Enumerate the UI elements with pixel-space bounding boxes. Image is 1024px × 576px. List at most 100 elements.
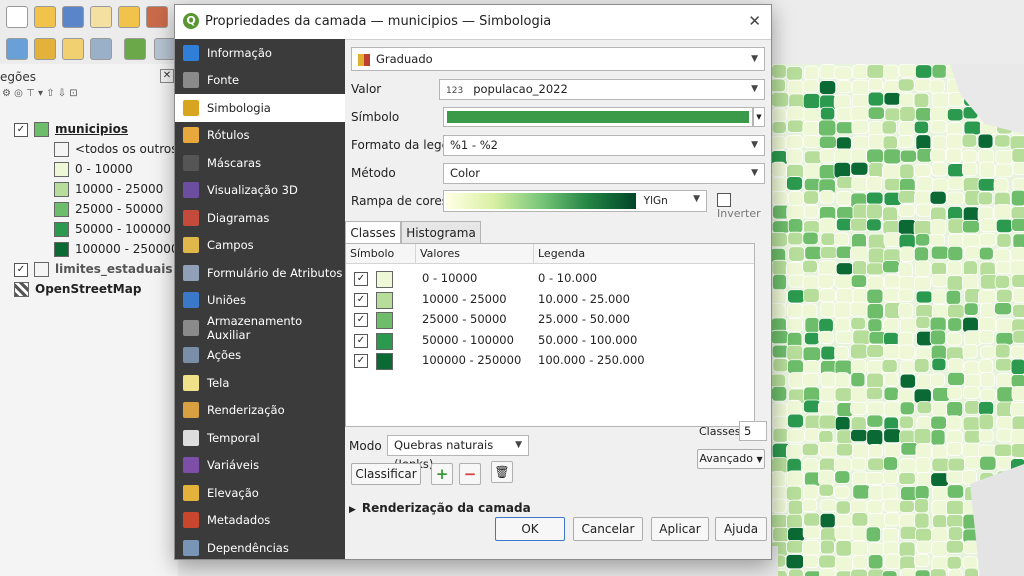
move-feature-icon[interactable] bbox=[124, 38, 146, 60]
symbol-button[interactable] bbox=[443, 107, 753, 127]
class-values[interactable]: 100000 - 250000 bbox=[422, 353, 521, 367]
class-legend[interactable]: 10.000 - 25.000 bbox=[538, 292, 630, 306]
valor-field-select[interactable]: 123 populacao_2022 ▼ bbox=[439, 79, 765, 100]
sidebar-item-diagramas[interactable]: Diagramas bbox=[175, 204, 345, 232]
style-manager-icon[interactable] bbox=[146, 6, 168, 28]
class-values[interactable]: 0 - 10000 bbox=[422, 271, 477, 285]
legend-item[interactable]: 10000 - 25000 bbox=[54, 182, 163, 197]
cancel-button[interactable]: Cancelar bbox=[573, 517, 643, 541]
sidebar-item-metadados[interactable]: Metadados bbox=[175, 507, 345, 535]
class-legend[interactable]: 100.000 - 250.000 bbox=[538, 353, 645, 367]
municipality-polygon bbox=[882, 541, 899, 556]
add-class-icon[interactable]: + bbox=[431, 463, 453, 485]
sidebar-item-rotulos[interactable]: Rótulos bbox=[175, 122, 345, 150]
layout-manager-icon[interactable] bbox=[118, 6, 140, 28]
municipality-polygon bbox=[803, 204, 819, 219]
node-tool-icon[interactable] bbox=[34, 38, 56, 60]
table-row[interactable]: ✓ 50000 - 100000 50.000 - 100.000 bbox=[346, 330, 754, 350]
field-calculator-icon[interactable] bbox=[90, 38, 112, 60]
table-row[interactable]: ✓ 0 - 10000 0 - 10.000 bbox=[346, 268, 754, 288]
table-row[interactable]: ✓ 10000 - 25000 10.000 - 25.000 bbox=[346, 289, 754, 309]
sidebar-item-visualizacao-3d[interactable]: Visualização 3D bbox=[175, 177, 345, 205]
column-header-values[interactable]: Valores bbox=[416, 244, 534, 264]
sidebar-item-unioes[interactable]: Uniões bbox=[175, 287, 345, 315]
class-visibility-checkbox[interactable]: ✓ bbox=[354, 354, 368, 368]
sidebar-item-variaveis[interactable]: Variáveis bbox=[175, 452, 345, 480]
sidebar-item-fonte[interactable]: Fonte bbox=[175, 67, 345, 95]
class-symbol-swatch[interactable] bbox=[376, 312, 393, 329]
class-visibility-checkbox[interactable]: ✓ bbox=[354, 292, 368, 307]
class-legend[interactable]: 0 - 10.000 bbox=[538, 271, 597, 285]
new-project-icon[interactable] bbox=[6, 6, 28, 28]
legend-item[interactable]: 50000 - 100000 bbox=[54, 222, 171, 237]
municipality-polygon bbox=[946, 442, 963, 456]
classes-count-spinbox[interactable]: 5 bbox=[739, 421, 767, 441]
sidebar-item-campos[interactable]: Campos bbox=[175, 232, 345, 260]
sidebar-item-elevacao[interactable]: Elevação bbox=[175, 479, 345, 507]
remove-class-icon[interactable]: − bbox=[459, 463, 481, 485]
delete-all-icon[interactable]: 🗑 bbox=[491, 461, 513, 483]
dependencies-icon bbox=[183, 539, 199, 556]
layers-panel-tools[interactable]: ⚙ ◎ ⊤ ▾ ⇧ ⇩ ⊡ bbox=[2, 88, 78, 99]
close-icon[interactable]: ✕ bbox=[748, 12, 761, 30]
table-row[interactable]: ✓ 25000 - 50000 25.000 - 50.000 bbox=[346, 309, 754, 329]
class-symbol-swatch[interactable] bbox=[376, 332, 393, 350]
classify-button[interactable]: Classificar bbox=[351, 463, 421, 485]
layer-limites-estaduais[interactable]: ✓ limites_estaduais bbox=[14, 262, 172, 277]
tab-histograma[interactable]: Histograma bbox=[401, 221, 481, 243]
column-header-legend[interactable]: Legenda bbox=[534, 244, 754, 264]
invert-checkbox-box[interactable] bbox=[717, 193, 731, 207]
method-select[interactable]: Color ▼ bbox=[443, 163, 765, 184]
layer-visibility-checkbox[interactable]: ✓ bbox=[14, 262, 28, 277]
close-panel-icon[interactable]: ✕ bbox=[160, 69, 174, 83]
map-tool-icon[interactable] bbox=[154, 38, 176, 60]
legend-format-input[interactable]: %1 - %2 ▼ bbox=[443, 135, 765, 156]
table-row[interactable]: ✓ 100000 - 250000 100.000 - 250.000 bbox=[346, 350, 754, 370]
sidebar-item-acoes[interactable]: Ações bbox=[175, 342, 345, 370]
layer-visibility-checkbox[interactable]: ✓ bbox=[14, 122, 28, 137]
sidebar-item-informacao[interactable]: Informação bbox=[175, 39, 345, 67]
apply-button[interactable]: Aplicar bbox=[651, 517, 709, 541]
color-ramp-select[interactable]: YlGn ▼ bbox=[443, 190, 707, 212]
print-layout-icon[interactable] bbox=[90, 6, 112, 28]
sidebar-item-formulario-de-atributos[interactable]: Formulário de Atributos bbox=[175, 259, 345, 287]
layer-municipios[interactable]: ✓ municipios bbox=[14, 122, 128, 137]
mode-select[interactable]: Quebras naturais (Jenks) ▼ bbox=[387, 435, 529, 471]
sidebar-item-tela[interactable]: Tela bbox=[175, 369, 345, 397]
sidebar-item-renderizacao[interactable]: Renderização bbox=[175, 397, 345, 425]
ok-button[interactable]: OK bbox=[495, 517, 565, 541]
sidebar-item-temporal[interactable]: Temporal bbox=[175, 424, 345, 452]
sidebar-item-simbologia[interactable]: Simbologia bbox=[175, 94, 345, 122]
sidebar-item-dependencias[interactable]: Dependências bbox=[175, 534, 345, 562]
class-values[interactable]: 10000 - 25000 bbox=[422, 292, 507, 306]
help-button[interactable]: Ajuda bbox=[715, 517, 767, 541]
digitize-icon[interactable] bbox=[6, 38, 28, 60]
class-visibility-checkbox[interactable]: ✓ bbox=[354, 333, 368, 348]
renderer-select[interactable]: Graduado ▼ bbox=[351, 47, 765, 71]
legend-item[interactable]: 100000 - 250000 bbox=[54, 242, 179, 257]
class-values[interactable]: 25000 - 50000 bbox=[422, 312, 507, 326]
layer-rendering-section[interactable]: ▶ Renderização da camada bbox=[349, 501, 531, 515]
class-symbol-swatch[interactable] bbox=[376, 291, 393, 309]
class-visibility-checkbox[interactable]: ✓ bbox=[354, 272, 368, 286]
tab-classes[interactable]: Classes bbox=[345, 221, 401, 244]
invert-ramp-checkbox[interactable]: Inverter bbox=[717, 193, 771, 220]
class-visibility-checkbox[interactable]: ✓ bbox=[354, 313, 368, 327]
class-legend[interactable]: 50.000 - 100.000 bbox=[538, 333, 637, 347]
legend-item[interactable]: 0 - 10000 bbox=[54, 162, 133, 177]
class-values[interactable]: 50000 - 100000 bbox=[422, 333, 514, 347]
class-legend[interactable]: 25.000 - 50.000 bbox=[538, 312, 630, 326]
class-symbol-swatch[interactable] bbox=[376, 271, 393, 288]
open-folder-icon[interactable] bbox=[34, 6, 56, 28]
advanced-button[interactable]: Avançado ▼ bbox=[697, 449, 765, 469]
layer-openstreetmap[interactable]: OpenStreetMap bbox=[14, 282, 141, 297]
column-header-symbol[interactable]: Símbolo bbox=[346, 244, 416, 264]
map-canvas[interactable] bbox=[770, 64, 1024, 576]
sidebar-item-mascaras[interactable]: Máscaras bbox=[175, 149, 345, 177]
save-icon[interactable] bbox=[62, 6, 84, 28]
pencil-icon[interactable] bbox=[62, 38, 84, 60]
symbol-menu-button[interactable]: ▼ bbox=[753, 107, 765, 127]
legend-item[interactable]: 25000 - 50000 bbox=[54, 202, 163, 217]
class-symbol-swatch[interactable] bbox=[376, 353, 393, 370]
sidebar-item-armazenamento-auxiliar[interactable]: Armazenamento Auxiliar bbox=[175, 314, 345, 342]
